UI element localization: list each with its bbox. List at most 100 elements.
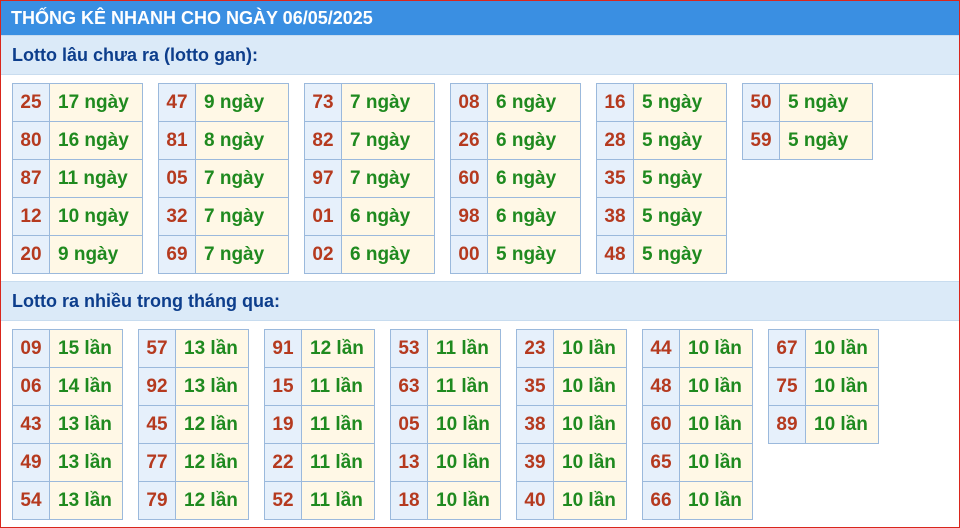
table-row: 39 10 lần (516, 443, 627, 482)
lotto-group: 23 10 lần 35 10 lần 38 10 lần 39 10 lần 40 10 lần (516, 329, 627, 520)
table-row: 13 10 lần (390, 443, 501, 482)
lotto-number: 28 (596, 121, 634, 160)
table-row: 44 10 lần (642, 329, 753, 368)
lotto-count: 7 ngày (195, 235, 289, 274)
lotto-number: 18 (390, 481, 428, 520)
table-row: 80 16 ngày (12, 121, 143, 160)
lotto-number: 63 (390, 367, 428, 406)
lotto-group: 08 6 ngày 26 6 ngày 60 6 ngày 98 6 ngày 00 5 ngày (450, 83, 581, 274)
table-row: 02 6 ngày (304, 235, 435, 274)
lotto-number: 97 (304, 159, 342, 198)
lotto-count: 10 lần (805, 405, 879, 444)
lotto-count: 5 ngày (633, 83, 727, 122)
table-row: 63 11 lần (390, 367, 501, 406)
lotto-number: 45 (138, 405, 176, 444)
lotto-number: 08 (450, 83, 488, 122)
table-row: 05 7 ngày (158, 159, 289, 198)
lotto-group: 47 9 ngày 81 8 ngày 05 7 ngày 32 7 ngày 69 7 ngày (158, 83, 289, 274)
table-row: 12 10 ngày (12, 197, 143, 236)
lotto-number: 20 (12, 235, 50, 274)
table-row: 54 13 lần (12, 481, 123, 520)
lotto-count: 5 ngày (487, 235, 581, 274)
table-row: 45 12 lần (138, 405, 249, 444)
table-row: 32 7 ngày (158, 197, 289, 236)
lotto-count: 10 lần (679, 443, 753, 482)
lotto-count: 10 lần (679, 481, 753, 520)
lotto-number: 47 (158, 83, 196, 122)
lotto-count: 11 lần (301, 367, 375, 406)
table-row: 82 7 ngày (304, 121, 435, 160)
table-row: 05 10 lần (390, 405, 501, 444)
table-row: 09 15 lần (12, 329, 123, 368)
lotto-number: 98 (450, 197, 488, 236)
lotto-number: 82 (304, 121, 342, 160)
lotto-frequent-groups: 09 15 lần 06 14 lần 43 13 lần 49 13 lần 54 13 lần… (1, 321, 959, 527)
lotto-group: 09 15 lần 06 14 lần 43 13 lần 49 13 lần 54 13 lần (12, 329, 123, 520)
lotto-number: 77 (138, 443, 176, 482)
lotto-number: 16 (596, 83, 634, 122)
lotto-number: 05 (390, 405, 428, 444)
lotto-number: 23 (516, 329, 554, 368)
table-row: 18 10 lần (390, 481, 501, 520)
table-row: 43 13 lần (12, 405, 123, 444)
lotto-number: 40 (516, 481, 554, 520)
lotto-number: 09 (12, 329, 50, 368)
table-row: 26 6 ngày (450, 121, 581, 160)
table-row: 25 17 ngày (12, 83, 143, 122)
table-row: 49 13 lần (12, 443, 123, 482)
lotto-count: 5 ngày (633, 121, 727, 160)
lotto-count: 7 ngày (341, 159, 435, 198)
lotto-group: 53 11 lần 63 11 lần 05 10 lần 13 10 lần 18 10 lần (390, 329, 501, 520)
lotto-count: 11 ngày (49, 159, 143, 198)
lotto-count: 5 ngày (779, 121, 873, 160)
table-row: 22 11 lần (264, 443, 375, 482)
lotto-count: 10 lần (427, 481, 501, 520)
lotto-number: 69 (158, 235, 196, 274)
lotto-number: 38 (596, 197, 634, 236)
lotto-count: 10 lần (553, 405, 627, 444)
lotto-count: 10 lần (679, 367, 753, 406)
lotto-number: 66 (642, 481, 680, 520)
lotto-count: 15 lần (49, 329, 123, 368)
lotto-number: 35 (516, 367, 554, 406)
lotto-count: 10 ngày (49, 197, 143, 236)
table-row: 60 6 ngày (450, 159, 581, 198)
table-row: 23 10 lần (516, 329, 627, 368)
lotto-number: 53 (390, 329, 428, 368)
table-row: 48 10 lần (642, 367, 753, 406)
lotto-count: 10 lần (553, 481, 627, 520)
table-row: 16 5 ngày (596, 83, 727, 122)
table-row: 87 11 ngày (12, 159, 143, 198)
lotto-group: 57 13 lần 92 13 lần 45 12 lần 77 12 lần 79 12 lần (138, 329, 249, 520)
table-row: 66 10 lần (642, 481, 753, 520)
lotto-number: 12 (12, 197, 50, 236)
lotto-number: 06 (12, 367, 50, 406)
lotto-count: 8 ngày (195, 121, 289, 160)
stats-panel: THỐNG KÊ NHANH CHO NGÀY 06/05/2025 Lotto… (0, 0, 960, 528)
lotto-count: 17 ngày (49, 83, 143, 122)
lotto-group: 67 10 lần 75 10 lần 89 10 lần (768, 329, 879, 444)
lotto-number: 48 (642, 367, 680, 406)
lotto-gan-groups: 25 17 ngày 80 16 ngày 87 11 ngày 12 10 ngày 20 9 … (1, 75, 959, 281)
table-row: 92 13 lần (138, 367, 249, 406)
lotto-count: 6 ngày (341, 197, 435, 236)
lotto-number: 52 (264, 481, 302, 520)
section-title-lotto-frequent: Lotto ra nhiều trong tháng qua: (1, 281, 959, 321)
table-row: 67 10 lần (768, 329, 879, 368)
table-row: 19 11 lần (264, 405, 375, 444)
table-row: 81 8 ngày (158, 121, 289, 160)
lotto-count: 12 lần (175, 405, 249, 444)
lotto-number: 65 (642, 443, 680, 482)
lotto-group: 25 17 ngày 80 16 ngày 87 11 ngày 12 10 ngày 20 9 … (12, 83, 143, 274)
table-row: 40 10 lần (516, 481, 627, 520)
lotto-number: 57 (138, 329, 176, 368)
lotto-group: 91 12 lần 15 11 lần 19 11 lần 22 11 lần 52 11 lần (264, 329, 375, 520)
lotto-number: 00 (450, 235, 488, 274)
lotto-number: 80 (12, 121, 50, 160)
lotto-count: 7 ngày (341, 83, 435, 122)
lotto-count: 6 ngày (341, 235, 435, 274)
lotto-count: 13 lần (49, 443, 123, 482)
lotto-count: 6 ngày (487, 159, 581, 198)
lotto-number: 91 (264, 329, 302, 368)
lotto-number: 05 (158, 159, 196, 198)
